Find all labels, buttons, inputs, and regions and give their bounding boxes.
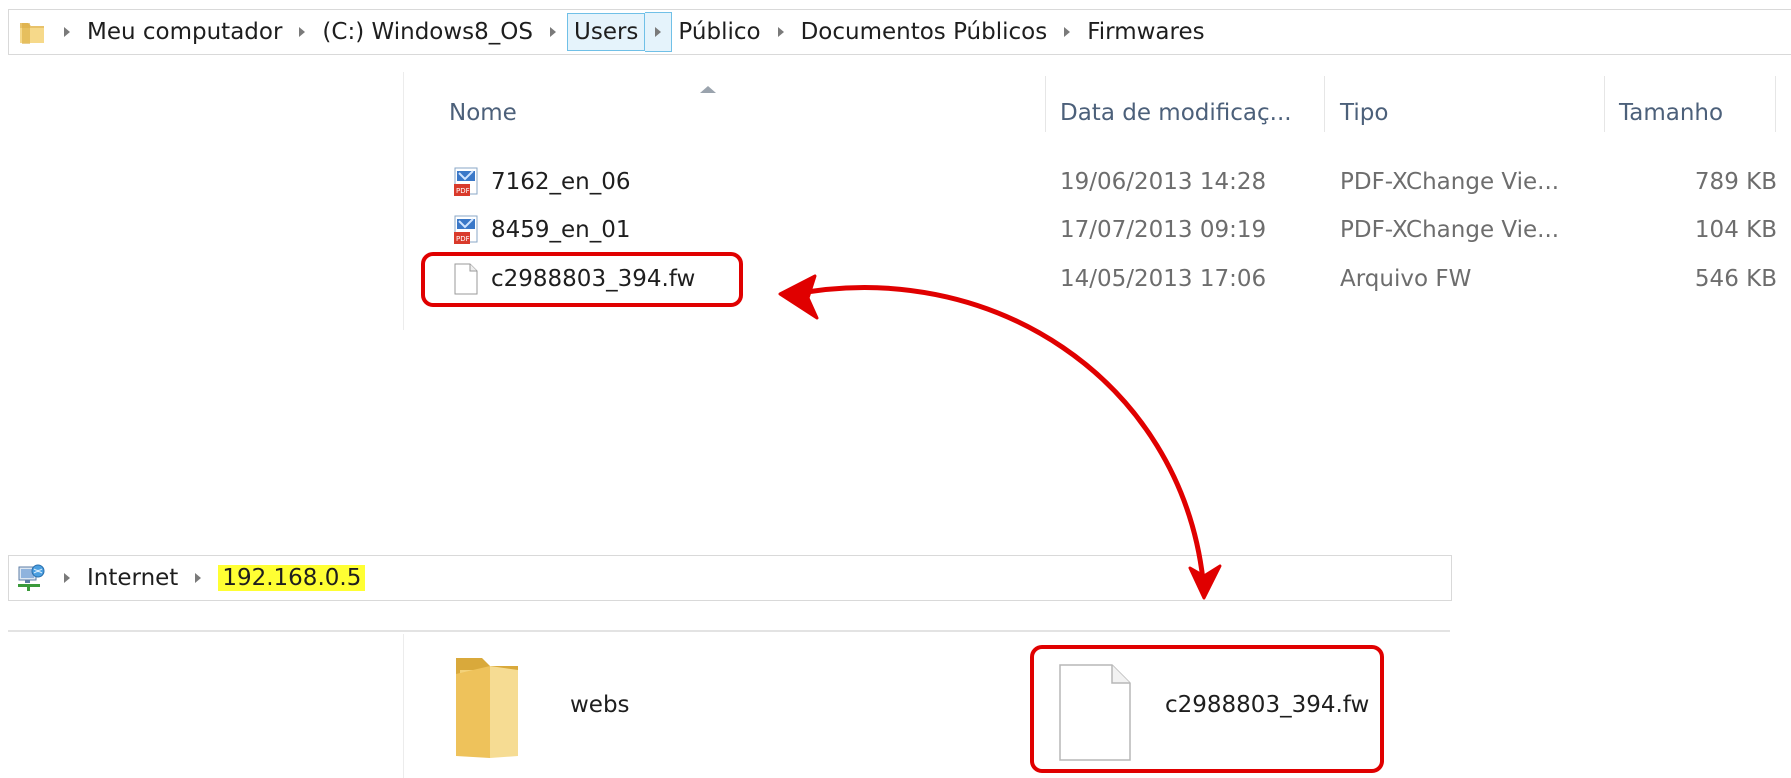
top-explorer-header: Meu computador (C:) Windows8_OS Users Pú…	[0, 0, 1791, 63]
toolbar-separator	[8, 630, 1450, 632]
breadcrumb-ip-address[interactable]: 192.168.0.5	[218, 565, 366, 591]
file-date: 19/06/2013 14:28	[1060, 169, 1267, 195]
folder-item-webs[interactable]: webs	[450, 650, 650, 770]
breadcrumb-chevron-icon[interactable]	[299, 27, 306, 37]
breadcrumb-chevron-icon[interactable]	[64, 573, 70, 583]
svg-text:PDF: PDF	[456, 235, 470, 243]
file-type: PDF-XChange Vie...	[1340, 169, 1560, 195]
arrow-curve	[789, 285, 1206, 581]
sort-ascending-icon	[700, 86, 716, 93]
file-size: 104 KB	[1694, 217, 1777, 243]
annotation-arrow	[778, 274, 1222, 600]
column-header-type[interactable]: Tipo	[1340, 100, 1388, 126]
column-divider[interactable]	[1324, 76, 1325, 132]
column-divider[interactable]	[1775, 76, 1776, 132]
navigation-pane-divider[interactable]	[403, 634, 404, 778]
column-header-name[interactable]: Nome	[449, 100, 517, 126]
column-divider[interactable]	[1045, 76, 1046, 132]
file-row[interactable]: PDF 8459_en_01 17/07/2013 09:19 PDF-XCha…	[445, 212, 1785, 248]
column-header-date[interactable]: Data de modificaç...	[1060, 100, 1292, 126]
breadcrumb-meu-computador[interactable]: Meu computador	[81, 12, 288, 52]
breadcrumb-drive-c[interactable]: (C:) Windows8_OS	[316, 12, 539, 52]
file-name[interactable]: 8459_en_01	[491, 212, 631, 248]
pdf-file-icon: PDF	[454, 167, 478, 196]
file-name[interactable]: 7162_en_06	[491, 164, 631, 200]
file-date: 14/05/2013 17:06	[1060, 266, 1267, 292]
breadcrumb-documentos-publicos[interactable]: Documentos Públicos	[795, 12, 1054, 52]
navigation-pane-divider[interactable]	[403, 72, 404, 330]
file-type: Arquivo FW	[1340, 266, 1472, 292]
breadcrumb-users[interactable]: Users	[567, 13, 646, 51]
file-size: 546 KB	[1694, 266, 1777, 292]
network-icon[interactable]	[16, 563, 46, 593]
highlight-box-target-file	[1030, 645, 1384, 773]
column-divider[interactable]	[1604, 76, 1605, 132]
highlight-box-source-file	[421, 252, 743, 307]
file-size: 789 KB	[1694, 169, 1777, 195]
breadcrumb-publico[interactable]: Público	[672, 12, 766, 52]
pdf-file-icon: PDF	[454, 215, 478, 244]
file-row[interactable]: PDF 7162_en_06 19/06/2013 14:28 PDF-XCha…	[445, 164, 1785, 200]
breadcrumb-chevron-icon[interactable]	[777, 27, 784, 37]
folder-icon	[456, 658, 518, 758]
file-type: PDF-XChange Vie...	[1340, 217, 1560, 243]
breadcrumb-firmwares[interactable]: Firmwares	[1081, 12, 1210, 52]
item-label[interactable]: webs	[570, 692, 630, 718]
breadcrumb-chevron-icon[interactable]	[550, 27, 556, 37]
column-header-size[interactable]: Tamanho	[1619, 100, 1723, 126]
breadcrumb-internet[interactable]: Internet	[81, 558, 184, 598]
file-date: 17/07/2013 09:19	[1060, 217, 1267, 243]
breadcrumb-chevron-icon[interactable]	[64, 27, 70, 37]
svg-text:PDF: PDF	[456, 187, 470, 195]
breadcrumb-chevron-icon[interactable]	[645, 12, 673, 52]
address-bar[interactable]: Internet 192.168.0.5	[8, 555, 1452, 601]
breadcrumb-chevron-icon[interactable]	[195, 573, 202, 583]
address-bar[interactable]: Meu computador (C:) Windows8_OS Users Pú…	[8, 9, 1791, 55]
folder-icon[interactable]	[17, 17, 47, 47]
breadcrumb-chevron-icon[interactable]	[1064, 27, 1071, 37]
